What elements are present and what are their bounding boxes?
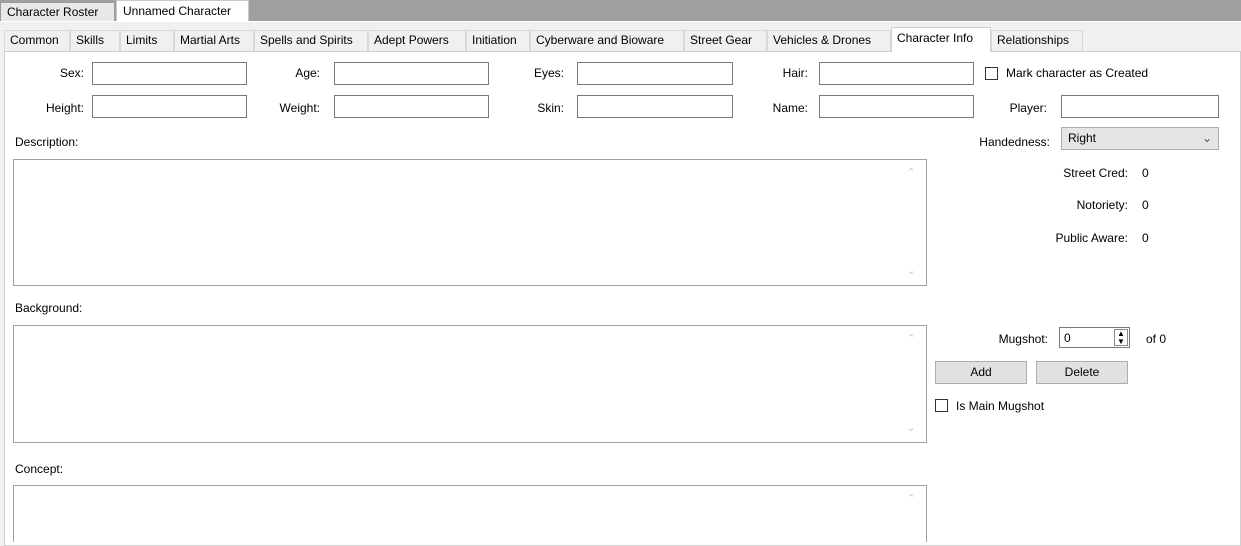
hair-field[interactable]	[819, 62, 974, 85]
tab-relationships[interactable]: Relationships	[991, 30, 1083, 51]
scroll-up-icon[interactable]: ⌃	[904, 492, 918, 505]
scroll-up-icon[interactable]: ⌃	[904, 332, 918, 345]
background-textarea[interactable]: ⌃ ⌄	[13, 325, 927, 443]
delete-mugshot-button[interactable]: Delete	[1036, 361, 1128, 384]
eyes-label: Eyes:	[533, 66, 564, 80]
background-label: Background:	[15, 301, 83, 315]
tab-martial-arts[interactable]: Martial Arts	[174, 30, 254, 51]
spinner-arrows-icon[interactable]: ▲ ▼	[1114, 329, 1128, 346]
tab-adept-powers[interactable]: Adept Powers	[368, 30, 466, 51]
mugshot-stepper[interactable]: 0 ▲ ▼	[1059, 327, 1130, 348]
tab-vehicles-and-drones[interactable]: Vehicles & Drones	[767, 30, 891, 51]
add-mugshot-button[interactable]: Add	[935, 361, 1027, 384]
tab-common[interactable]: Common	[4, 30, 70, 51]
mark-created-checkbox[interactable]	[985, 67, 998, 80]
tab-initiation[interactable]: Initiation	[466, 30, 530, 51]
character-info-panel	[4, 51, 1241, 546]
chevron-down-icon: ⌄	[1201, 131, 1212, 145]
scroll-up-icon[interactable]: ⌃	[904, 166, 918, 179]
document-tab-divider	[0, 21, 1241, 24]
notoriety-value: 0	[1142, 198, 1149, 212]
mugshot-of-label: of 0	[1146, 332, 1167, 346]
eyes-field[interactable]	[577, 62, 733, 85]
is-main-mugshot-checkbox[interactable]	[935, 399, 948, 412]
sex-label: Sex:	[59, 66, 84, 80]
handedness-label: Handedness:	[979, 135, 1050, 149]
weight-label: Weight:	[279, 101, 320, 115]
street-cred-value: 0	[1142, 166, 1149, 180]
scroll-down-icon[interactable]: ⌄	[904, 264, 918, 277]
name-label: Name:	[772, 101, 808, 115]
description-label: Description:	[15, 135, 79, 149]
handedness-select[interactable]: Right ⌄	[1061, 127, 1219, 150]
public-aware-label: Public Aware:	[1055, 231, 1129, 245]
tab-skills[interactable]: Skills	[70, 30, 120, 51]
scroll-down-icon[interactable]: ⌄	[904, 421, 918, 434]
is-main-mugshot-label: Is Main Mugshot	[956, 399, 1045, 413]
mugshot-value: 0	[1064, 331, 1071, 345]
concept-textarea[interactable]: ⌃	[13, 485, 927, 542]
height-label: Height:	[45, 101, 84, 115]
skin-label: Skin:	[537, 101, 564, 115]
height-field[interactable]	[92, 95, 247, 118]
notoriety-label: Notoriety:	[1076, 198, 1128, 212]
public-aware-value: 0	[1142, 231, 1149, 245]
handedness-value: Right	[1068, 131, 1097, 145]
age-label: Age:	[295, 66, 320, 80]
concept-label: Concept:	[15, 462, 64, 476]
description-textarea[interactable]: ⌃ ⌄	[13, 159, 927, 286]
tab-spells-and-spirits[interactable]: Spells and Spirits	[254, 30, 368, 51]
weight-field[interactable]	[334, 95, 489, 118]
mark-created-label: Mark character as Created	[1006, 66, 1149, 80]
tab-street-gear[interactable]: Street Gear	[684, 30, 767, 51]
hair-label: Hair:	[782, 66, 808, 80]
doc-tab-unnamed-character[interactable]: Unnamed Character	[116, 0, 249, 21]
tab-limits[interactable]: Limits	[120, 30, 174, 51]
skin-field[interactable]	[577, 95, 733, 118]
player-field[interactable]	[1061, 95, 1219, 118]
mugshot-label: Mugshot:	[998, 332, 1048, 346]
tab-character-info[interactable]: Character Info	[891, 27, 991, 52]
doc-tab-character-roster[interactable]: Character Roster	[0, 2, 115, 21]
street-cred-label: Street Cred:	[1063, 166, 1128, 180]
sex-field[interactable]	[92, 62, 247, 85]
name-field[interactable]	[819, 95, 974, 118]
age-field[interactable]	[334, 62, 489, 85]
tab-cyberware-and-bioware[interactable]: Cyberware and Bioware	[530, 30, 684, 51]
player-label: Player:	[1009, 101, 1047, 115]
